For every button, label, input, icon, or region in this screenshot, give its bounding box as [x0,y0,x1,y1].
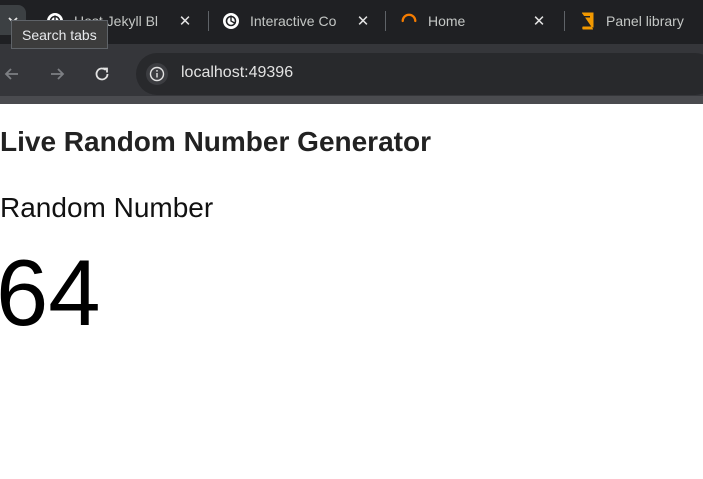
openai-icon [222,12,240,30]
url-text[interactable]: localhost:49396 [181,64,293,82]
page-content: Live Random Number Generator Random Numb… [0,104,703,479]
search-tabs-tooltip: Search tabs [11,20,108,49]
tab-title: Panel library [606,13,684,29]
tab-interactive[interactable]: Interactive Co ✕ [222,6,374,36]
close-icon[interactable]: ✕ [530,12,548,30]
site-info-button[interactable] [146,63,168,85]
tab-home[interactable]: Home ✕ [400,6,552,36]
close-icon[interactable]: ✕ [354,12,372,30]
toolbar-edge [0,96,703,104]
random-number-value: 64 [0,240,101,345]
reload-icon [95,67,109,81]
tab-title: Interactive Co [250,13,337,29]
tab-panel-library[interactable]: Panel library [578,6,703,36]
tab-separator [564,11,565,31]
info-icon [149,66,165,82]
tab-title: Home [428,13,466,29]
tab-separator [385,11,386,31]
tab-separator [208,11,209,31]
forward-button[interactable] [45,62,69,86]
card-title: Random Number [0,192,214,223]
back-button[interactable] [0,62,24,86]
spinner-icon [400,12,418,30]
book-icon [578,12,596,30]
page-title: Live Random Number Generator [0,126,431,157]
arrow-right-icon [51,68,65,80]
reload-button[interactable] [90,62,114,86]
arrow-left-icon [4,68,18,80]
close-icon[interactable]: ✕ [176,12,194,30]
